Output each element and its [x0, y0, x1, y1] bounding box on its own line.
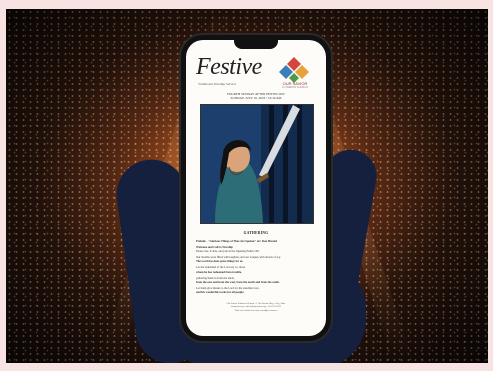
event-info: FOURTH SUNDAY AFTER PENTECOST SUNDAY, JU… — [196, 92, 316, 100]
order-of-worship: Prelude - "Glorious Things of Thee Are S… — [196, 239, 316, 294]
event-date: SUNDAY, JULY 16, 2023 • 10:30 AM — [230, 96, 282, 101]
bulletin-footer: Our Savior Lutheran Church • 1 Our Savio… — [194, 302, 318, 312]
smartphone: Festive Traditional Worship Service OUR … — [181, 35, 331, 341]
footer-line: Visit our website for more worship resou… — [234, 308, 278, 312]
cover-illustration — [200, 104, 314, 224]
phone-screen: Festive Traditional Worship Service OUR … — [186, 40, 326, 336]
section-title: GATHERING — [243, 231, 269, 235]
illustration-svg — [201, 105, 313, 223]
brand-title: Festive — [196, 54, 262, 80]
church-logo-subtext: LUTHERAN CHURCH — [282, 86, 308, 89]
phone-notch — [234, 40, 278, 49]
worship-line: and his wonderful works for all people. — [196, 289, 245, 294]
brand-subtitle: Traditional Worship Service — [198, 82, 237, 86]
